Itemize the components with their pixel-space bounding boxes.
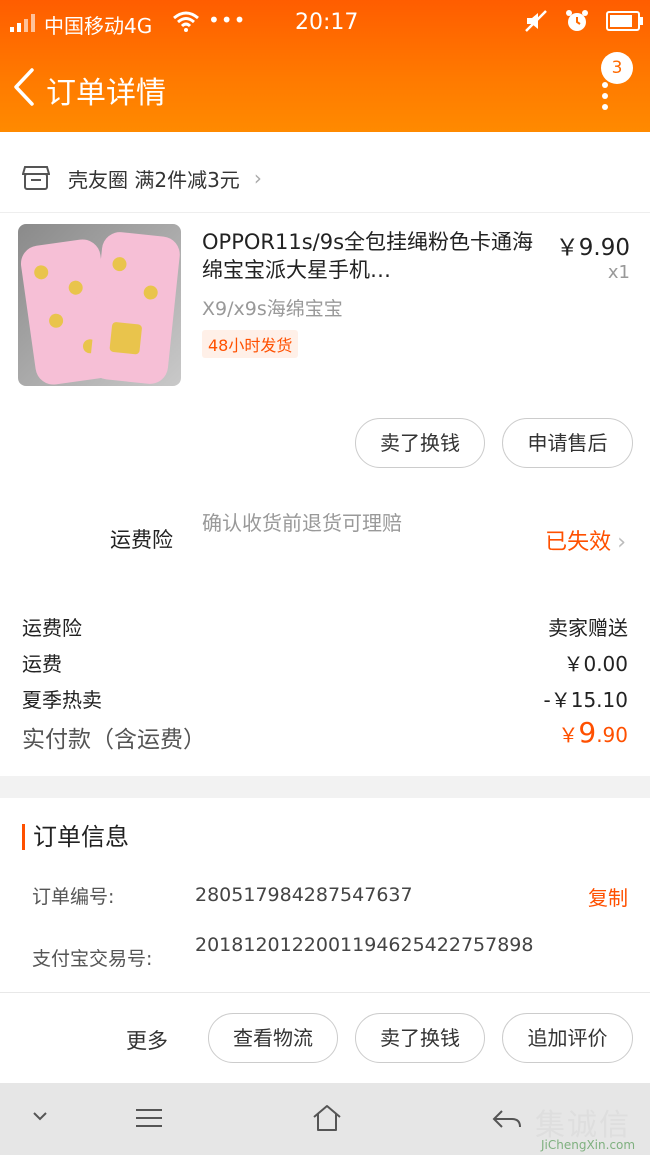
view-logistics-button[interactable]: 查看物流 xyxy=(208,1013,338,1063)
summary-value: ￥0.00 xyxy=(563,652,628,676)
order-item-card: 壳友圈 满2件减3元 › OPPOR11s/9s全包挂绳粉色卡通海绵宝宝派大星手… xyxy=(0,132,650,776)
product-image[interactable] xyxy=(18,224,181,386)
home-icon[interactable] xyxy=(311,1103,343,1133)
summary-row: 夏季热卖 -￥15.10 xyxy=(22,684,628,713)
product-sku: X9/x9s海绵宝宝 xyxy=(202,298,343,320)
summary-value: -￥15.10 xyxy=(543,688,628,712)
wifi-icon xyxy=(173,11,199,32)
summary-row: 运费险 卖家赠送 xyxy=(22,612,628,641)
order-number-value: 280517984287547637 xyxy=(195,884,413,906)
clock: 20:17 xyxy=(295,10,359,35)
shipping-tag: 48小时发货 xyxy=(202,330,299,358)
message-badge[interactable]: 3 xyxy=(601,52,633,84)
more-options-icon[interactable] xyxy=(600,82,610,118)
shop-name: 壳友圈 满2件减3元 xyxy=(68,167,240,192)
copy-button[interactable]: 复制 xyxy=(588,882,628,911)
alipay-trade-label: 支付宝交易号: xyxy=(32,948,153,970)
total-currency: ￥ xyxy=(558,723,579,747)
menu-icon[interactable] xyxy=(134,1107,164,1129)
watermark: 集诚信 JiChengXin.com xyxy=(533,1100,650,1155)
bottom-action-bar: 更多 查看物流 卖了换钱 追加评价 xyxy=(0,992,650,1084)
status-bar: 中国移动4G ••• 20:17 xyxy=(0,0,650,46)
shop-icon xyxy=(22,166,50,190)
mute-icon xyxy=(525,10,547,32)
back-arrow-icon[interactable] xyxy=(490,1107,522,1131)
carrier-label: 中国移动4G xyxy=(44,14,153,38)
signal-icon xyxy=(10,12,40,32)
insurance-label: 运费险 xyxy=(110,528,173,552)
more-status-icon: ••• xyxy=(208,8,247,32)
aftersale-button[interactable]: 申请售后 xyxy=(502,418,633,468)
section-title: 订单信息 xyxy=(22,824,129,850)
battery-icon xyxy=(606,11,643,31)
status-icons xyxy=(524,8,643,34)
sell-button[interactable]: 卖了换钱 xyxy=(355,418,485,468)
insurance-status[interactable]: 已失效 › xyxy=(545,524,626,556)
chevron-right-icon: › xyxy=(253,166,262,190)
summary-label: 运费 xyxy=(22,652,62,676)
alarm-icon xyxy=(566,10,588,31)
more-button[interactable]: 更多 xyxy=(126,1025,168,1055)
sell-button[interactable]: 卖了换钱 xyxy=(355,1013,485,1063)
product-price: ￥9.90 xyxy=(555,235,630,261)
summary-label: 运费险 xyxy=(22,616,82,640)
shop-row[interactable]: 壳友圈 满2件减3元 › xyxy=(22,158,262,198)
total-decimal: .90 xyxy=(596,723,628,747)
total-amount: ￥9.90 xyxy=(558,716,628,749)
order-info-card: 订单信息 订单编号: 280517984287547637 复制 支付宝交易号:… xyxy=(0,798,650,992)
back-icon[interactable] xyxy=(8,62,48,112)
order-number-label: 订单编号: xyxy=(32,886,115,908)
insurance-status-text: 已失效 xyxy=(545,530,612,555)
divider xyxy=(0,212,650,213)
alipay-trade-value: 2018120122001194625422757898 xyxy=(195,934,534,956)
add-review-button[interactable]: 追加评价 xyxy=(502,1013,633,1063)
chevron-right-icon: › xyxy=(617,530,626,555)
nav-bar: 订单详情 xyxy=(0,46,650,132)
summary-label: 夏季热卖 xyxy=(22,688,102,712)
page-title: 订单详情 xyxy=(46,76,166,111)
header: 中国移动4G ••• 20:17 订单详情 3 xyxy=(0,0,650,132)
watermark-sub: JiChengXin.com xyxy=(541,1138,636,1152)
product-name[interactable]: OPPOR11s/9s全包挂绳粉色卡通海绵宝宝派大星手机… xyxy=(202,228,547,284)
product-quantity: x1 xyxy=(607,262,630,283)
summary-row: 运费 ￥0.00 xyxy=(22,648,628,677)
insurance-description: 确认收货前退货可理赔 xyxy=(202,511,402,535)
total-integer: 9 xyxy=(578,716,597,749)
summary-value: 卖家赠送 xyxy=(548,616,628,640)
total-label: 实付款（含运费） xyxy=(22,727,206,753)
chevron-down-icon[interactable] xyxy=(30,1109,50,1123)
